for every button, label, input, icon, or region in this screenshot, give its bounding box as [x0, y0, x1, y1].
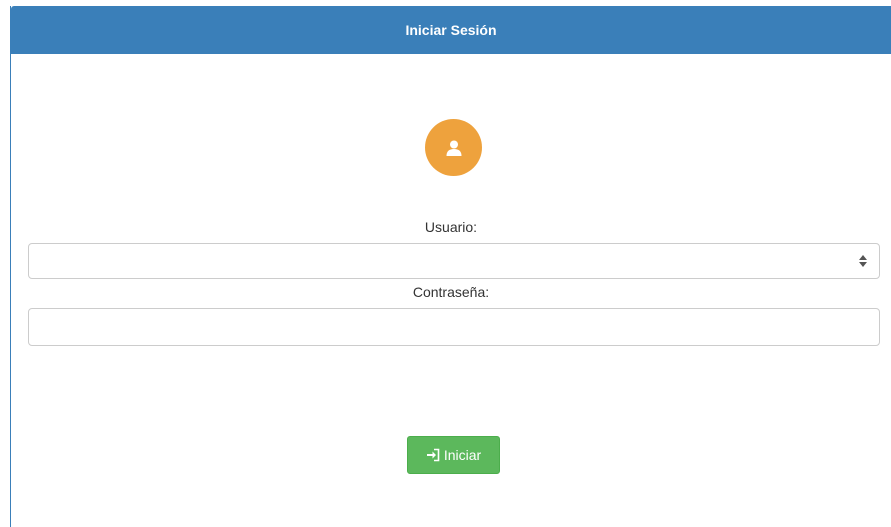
username-label: Usuario: [424, 219, 478, 235]
panel-title: Iniciar Sesión [405, 22, 497, 38]
avatar [425, 119, 482, 176]
login-button-label: Iniciar [443, 447, 482, 463]
login-panel: Iniciar Sesión Usuario: Contraseña: Inic… [10, 6, 891, 527]
select-arrows-icon [859, 255, 867, 267]
password-input[interactable] [28, 308, 880, 346]
user-icon [446, 140, 461, 156]
login-button[interactable]: Iniciar [407, 436, 500, 474]
log-in-icon [426, 448, 440, 462]
username-select[interactable] [28, 243, 880, 279]
password-label: Contraseña: [412, 284, 490, 300]
panel-header: Iniciar Sesión [11, 6, 891, 54]
